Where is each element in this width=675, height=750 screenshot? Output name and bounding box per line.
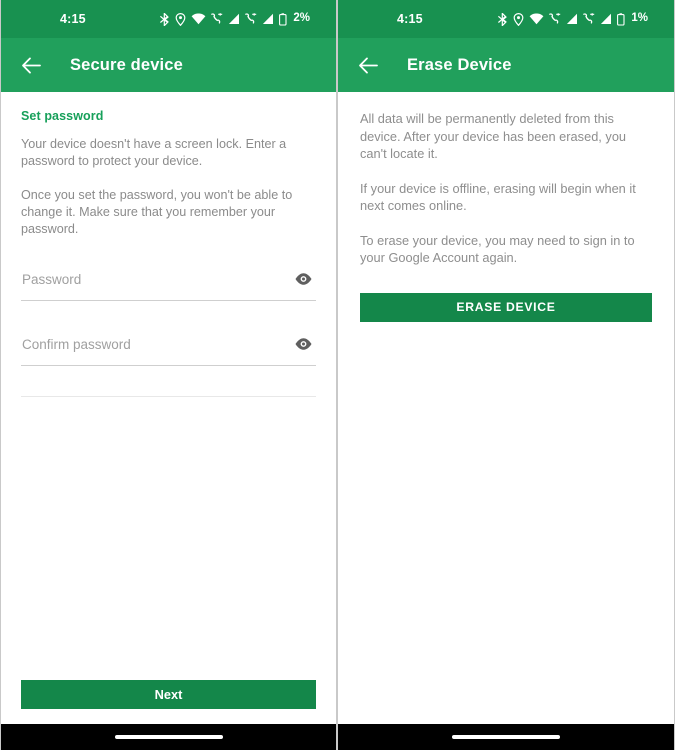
cellular-signal-icon [228,13,240,25]
secure-paragraph-2: Once you set the password, you won't be … [21,188,293,236]
app-bar-left: Secure device [1,38,336,92]
status-clock: 4:15 [397,11,423,26]
erase-paragraph-2: If your device is offline, erasing will … [360,180,636,214]
erase-device-screen: 4:15 1% Erase Device All data will be pe… [337,0,675,750]
home-gesture-pill[interactable] [114,735,223,739]
call-signal-icon [211,13,223,25]
next-button-container: Next [1,680,336,709]
system-nav-bar-right [338,724,674,750]
erase-device-content: All data will be permanently deleted fro… [338,92,674,724]
status-icon-group: 1% [497,12,662,26]
bluetooth-icon [159,12,170,26]
set-password-heading: Set password [21,109,104,123]
status-bar-left: 4:15 2% [1,0,336,38]
confirm-password-input[interactable] [21,332,316,355]
page-title: Erase Device [407,55,512,74]
status-clock: 4:15 [60,11,86,26]
eye-icon[interactable] [290,267,316,291]
battery-icon [279,12,287,26]
call-signal-icon [549,13,561,25]
location-icon [175,12,186,26]
cellular-signal-icon-2 [600,13,612,25]
next-button[interactable]: Next [21,680,316,709]
password-input[interactable] [21,267,316,290]
dual-screenshot-stage: 4:15 2% Secure device Set password Your … [0,0,675,750]
erase-device-button[interactable]: ERASE DEVICE [360,292,652,322]
erase-button-container: ERASE DEVICE [338,267,674,322]
secure-device-screen: 4:15 2% Secure device Set password Your … [0,0,337,750]
bluetooth-icon [497,12,508,26]
confirm-password-field-row [21,332,316,366]
arrow-left-icon[interactable] [15,49,47,81]
system-nav-bar-left [1,724,336,750]
secure-paragraph-1: Your device doesn't have a screen lock. … [21,137,287,168]
erase-paragraph-3: To erase your device, you may need to si… [360,232,635,266]
call-signal-icon-2 [245,13,257,25]
wifi-icon [191,13,206,25]
call-signal-icon-2 [583,13,595,25]
battery-percent-label: 2% [293,12,310,25]
arrow-left-icon[interactable] [352,49,384,81]
password-field-row [21,267,316,301]
home-gesture-pill[interactable] [452,735,560,739]
secure-device-content: Set password Your device doesn't have a … [1,92,336,724]
cellular-signal-icon [566,13,578,25]
battery-percent-label: 1% [631,12,648,25]
status-bar-right: 4:15 1% [338,0,674,38]
status-icon-group: 2% [159,12,324,26]
eye-icon[interactable] [290,332,316,356]
section-divider [21,396,316,397]
page-title: Secure device [70,55,183,74]
wifi-icon [529,13,544,25]
cellular-signal-icon-2 [262,13,274,25]
erase-paragraph-1: All data will be permanently deleted fro… [360,111,627,161]
battery-icon [617,12,625,26]
password-fields-group [1,267,336,366]
location-icon [513,12,524,26]
app-bar-right: Erase Device [338,38,674,92]
